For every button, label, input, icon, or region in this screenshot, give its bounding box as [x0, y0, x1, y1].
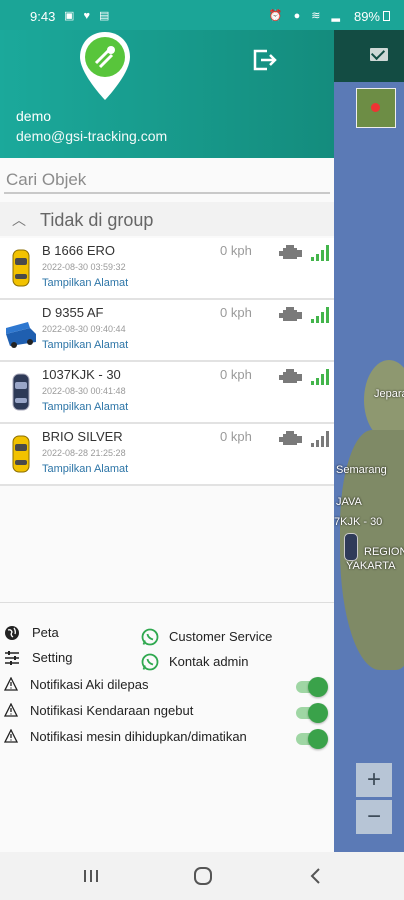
group-title: Tidak di group — [40, 210, 154, 230]
show-address-link[interactable]: Tampilkan Alamat — [42, 401, 128, 413]
menu-label: Kontak admin — [169, 654, 249, 669]
engine-icon — [279, 307, 302, 321]
warning-icon — [4, 677, 18, 691]
toggle-knob — [308, 677, 328, 697]
vehicle-name: BRIO SILVER — [42, 429, 123, 444]
notification-toggle[interactable] — [296, 677, 328, 697]
yellow-taxi-icon — [12, 435, 30, 473]
home-icon[interactable] — [189, 862, 217, 890]
status-bar: 9:43 ▣ ♥ ▤ ⏰ ● ≋ ▂ 89% — [0, 0, 404, 30]
system-icons: ⏰ ● ≋ ▂ — [268, 10, 344, 22]
notification-label: Notifikasi Kendaraan ngebut — [30, 703, 194, 718]
settings-sliders-icon — [5, 651, 19, 665]
show-address-link[interactable]: Tampilkan Alamat — [42, 277, 128, 289]
menu-label: Setting — [32, 650, 73, 665]
vehicle-row[interactable]: BRIO SILVER 2022-08-28 21:25:28 Tampilka… — [0, 424, 334, 486]
navigation-drawer: demo demo@gsi-tracking.com ︿ Tidak di gr… — [0, 30, 334, 852]
app-logo-pin-icon — [80, 32, 130, 100]
engine-icon — [279, 431, 302, 445]
zoom-in-button[interactable]: + — [356, 763, 392, 797]
blue-truck-icon — [6, 322, 36, 348]
notification-setting-row: Notifikasi Aki dilepas — [4, 675, 330, 697]
show-address-link[interactable]: Tampilkan Alamat — [42, 339, 128, 351]
user-email: demo@gsi-tracking.com — [16, 128, 168, 144]
vehicle-speed: 0 kph — [220, 367, 252, 382]
signal-strength-icon — [311, 369, 329, 385]
system-navigation-bar — [0, 852, 404, 900]
map-label: REGION — [364, 546, 404, 558]
notification-icons: ▣ ♥ ▤ — [64, 10, 113, 22]
menu-divider — [0, 602, 334, 603]
vehicle-row[interactable]: 1037KJK - 30 2022-08-30 00:41:48 Tampilk… — [0, 362, 334, 424]
warning-icon — [4, 729, 18, 743]
whatsapp-icon — [141, 628, 159, 646]
toggle-knob — [308, 703, 328, 723]
dark-car-icon — [12, 373, 30, 411]
signal-strength-icon — [311, 245, 329, 261]
vehicle-list: B 1666 ERO 2022-08-30 03:59:32 Tampilkan… — [0, 238, 334, 486]
engine-icon — [279, 245, 302, 259]
whatsapp-icon — [141, 653, 159, 671]
back-icon[interactable] — [302, 862, 330, 890]
warning-icon — [4, 703, 18, 717]
user-name: demo — [16, 108, 52, 124]
vehicle-row[interactable]: D 9355 AF 2022-08-30 09:40:44 Tampilkan … — [0, 300, 334, 362]
vehicle-datetime: 2022-08-28 21:25:28 — [42, 448, 126, 458]
map-toolbar — [334, 30, 404, 82]
mail-icon[interactable] — [370, 48, 388, 61]
signal-strength-icon — [311, 431, 329, 447]
chevron-up-icon: ︿ — [12, 212, 26, 228]
menu-label: Peta — [32, 625, 59, 640]
globe-icon — [5, 626, 19, 640]
vehicle-name: B 1666 ERO — [42, 243, 115, 258]
map-vehicle-marker[interactable] — [344, 533, 358, 561]
signal-strength-icon — [311, 307, 329, 323]
logout-icon[interactable] — [250, 46, 278, 74]
map-vehicle-label: 7KJK - 30 — [334, 516, 383, 528]
zoom-out-button[interactable]: − — [356, 800, 392, 834]
vehicle-speed: 0 kph — [220, 305, 252, 320]
map-land — [364, 360, 404, 440]
vehicle-speed: 0 kph — [220, 243, 252, 258]
search-object-input[interactable] — [4, 168, 330, 194]
vehicle-row[interactable]: B 1666 ERO 2022-08-30 03:59:32 Tampilkan… — [0, 238, 334, 300]
notification-toggle[interactable] — [296, 729, 328, 749]
notification-label: Notifikasi mesin dihidupkan/dimatikan — [30, 729, 247, 744]
vehicle-name: 1037KJK - 30 — [42, 367, 121, 382]
toggle-knob — [308, 729, 328, 749]
status-time: 9:43 — [30, 9, 56, 24]
notification-toggle[interactable] — [296, 703, 328, 723]
battery-level: 89% — [353, 9, 380, 24]
map-label: Jepara — [374, 388, 404, 400]
battery-icon — [383, 11, 390, 21]
vehicle-datetime: 2022-08-30 00:41:48 — [42, 386, 126, 396]
vehicle-datetime: 2022-08-30 03:59:32 — [42, 262, 126, 272]
vehicle-speed: 0 kph — [220, 429, 252, 444]
engine-icon — [279, 369, 302, 383]
vehicle-datetime: 2022-08-30 09:40:44 — [42, 324, 126, 334]
map-layer-icon[interactable] — [356, 88, 396, 128]
map-label: YAKARTA — [346, 560, 396, 572]
yellow-taxi-icon — [12, 249, 30, 287]
vehicle-name: D 9355 AF — [42, 305, 104, 320]
drawer-header: demo demo@gsi-tracking.com — [0, 30, 334, 158]
recent-apps-icon[interactable] — [77, 862, 105, 890]
notification-label: Notifikasi Aki dilepas — [30, 677, 149, 692]
map-label: Semarang — [336, 464, 387, 476]
map-label: JAVA — [336, 496, 362, 508]
notification-setting-row: Notifikasi Kendaraan ngebut — [4, 701, 330, 723]
show-address-link[interactable]: Tampilkan Alamat — [42, 463, 128, 475]
group-header[interactable]: ︿ Tidak di group — [0, 202, 334, 236]
notification-setting-row: Notifikasi mesin dihidupkan/dimatikan — [4, 727, 330, 749]
map-view[interactable]: Jepara Semarang JAVA 7KJK - 30 REGION YA… — [334, 30, 404, 852]
menu-label: Customer Service — [169, 629, 273, 644]
